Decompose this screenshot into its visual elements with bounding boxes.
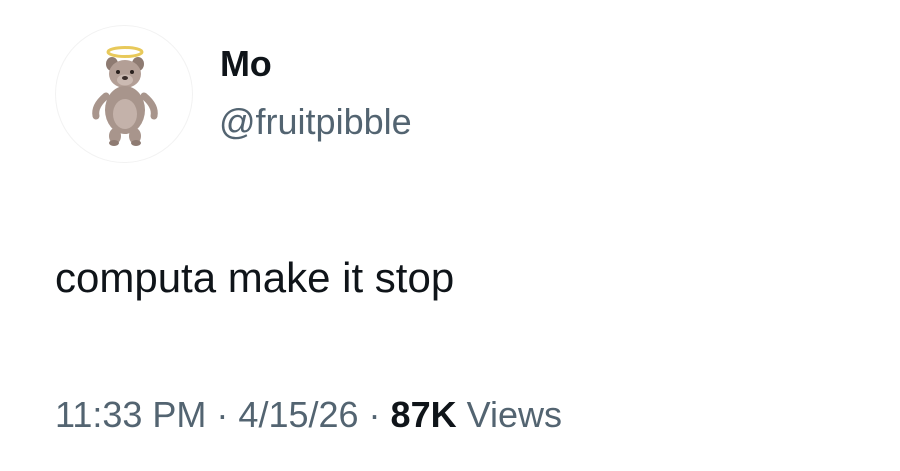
meta-separator: · (216, 394, 229, 435)
author-handle[interactable]: @fruitpibble (219, 100, 412, 144)
tweet-time[interactable]: 11:33 PM (55, 394, 206, 435)
pibble-avatar-icon (92, 46, 158, 146)
views-count: 87K (390, 394, 457, 435)
avatar[interactable] (56, 26, 192, 162)
tweet: Mo @fruitpibble computa make it stop 11:… (0, 0, 900, 471)
author-display-name[interactable]: Mo (220, 42, 272, 86)
meta-separator: · (368, 394, 381, 435)
tweet-date[interactable]: 4/15/26 (238, 394, 358, 435)
tweet-metadata: 11:33 PM · 4/15/26 · 87K Views (55, 392, 562, 438)
tweet-text: computa make it stop (55, 254, 455, 301)
views-label: Views (466, 394, 562, 435)
